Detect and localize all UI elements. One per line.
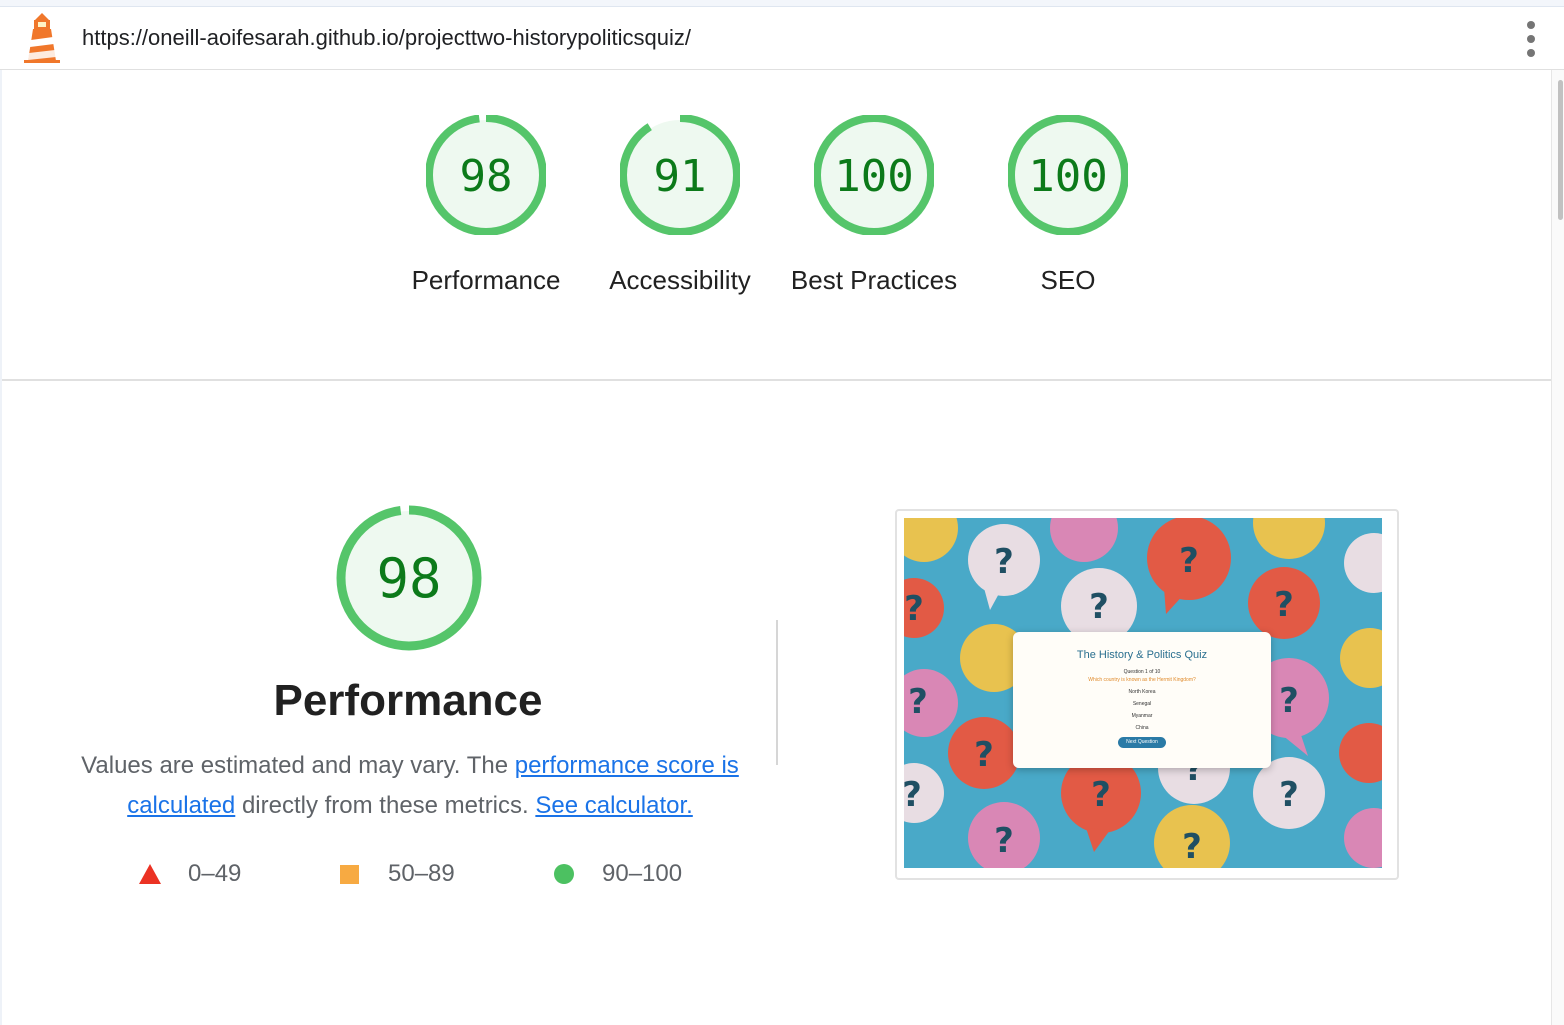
legend-range: 90–100 bbox=[602, 860, 683, 887]
kebab-menu-icon[interactable] bbox=[1521, 21, 1541, 57]
quiz-question: Which country is known as the Hermit Kin… bbox=[1088, 677, 1196, 683]
window-top-strip bbox=[0, 0, 1564, 7]
lighthouse-icon bbox=[24, 13, 60, 63]
quiz-title: The History & Politics Quiz bbox=[1076, 649, 1208, 661]
svg-text:?: ? bbox=[1274, 585, 1294, 625]
vertical-divider bbox=[776, 620, 778, 765]
desc-text: directly from these metrics. bbox=[235, 792, 536, 819]
legend-fail: 0–49 bbox=[139, 860, 241, 888]
gauge-performance-large: 98 bbox=[336, 505, 482, 651]
final-screenshot[interactable]: ? ? ? ? ? ? ? ? ? ? ? ? ? ? The History … bbox=[895, 509, 1399, 880]
square-icon bbox=[340, 864, 359, 884]
svg-text:?: ? bbox=[994, 821, 1014, 861]
legend-range: 0–49 bbox=[188, 860, 242, 887]
svg-text:?: ? bbox=[1179, 541, 1199, 581]
desc-text: Values are estimated and may vary. The bbox=[81, 752, 515, 779]
section-divider bbox=[2, 379, 1551, 381]
quiz-card: The History & Politics Quiz Question 1 o… bbox=[1013, 632, 1271, 768]
triangle-icon bbox=[139, 864, 161, 884]
quiz-option: Senegal bbox=[1132, 701, 1152, 707]
quiz-option: China bbox=[1135, 725, 1149, 731]
gauge-best-practices[interactable]: 100 bbox=[814, 115, 934, 235]
gauge-performance[interactable]: 98 bbox=[426, 115, 546, 235]
svg-text:?: ? bbox=[1091, 775, 1111, 815]
svg-text:?: ? bbox=[904, 589, 924, 629]
svg-text:?: ? bbox=[1089, 587, 1109, 627]
gauge-label-best-practices[interactable]: Best Practices bbox=[774, 260, 974, 300]
quiz-option: North Korea bbox=[1128, 689, 1156, 695]
svg-text:?: ? bbox=[994, 542, 1014, 582]
scrollbar-thumb[interactable] bbox=[1558, 80, 1563, 220]
svg-text:?: ? bbox=[1182, 827, 1202, 867]
legend-average: 50–89 bbox=[340, 860, 455, 888]
legend-range: 50–89 bbox=[388, 860, 455, 887]
svg-text:?: ? bbox=[904, 775, 922, 815]
gauge-seo[interactable]: 100 bbox=[1008, 115, 1128, 235]
gauge-score: 91 bbox=[654, 151, 707, 202]
quiz-next-button: Next Question bbox=[1118, 737, 1166, 748]
performance-score: 98 bbox=[376, 547, 441, 610]
svg-text:?: ? bbox=[1279, 775, 1299, 815]
gauge-score: 100 bbox=[1028, 151, 1107, 202]
gauge-label-performance[interactable]: Performance bbox=[386, 260, 586, 300]
report-url[interactable]: https://oneill-aoifesarah.github.io/proj… bbox=[82, 25, 691, 51]
legend-pass: 90–100 bbox=[554, 860, 682, 888]
svg-text:?: ? bbox=[1279, 681, 1299, 721]
quiz-question-count: Question 1 of 10 bbox=[1123, 669, 1161, 675]
quiz-option: Myanmar bbox=[1131, 713, 1153, 719]
circle-icon bbox=[554, 864, 574, 884]
svg-text:?: ? bbox=[908, 682, 928, 722]
gauge-label-accessibility[interactable]: Accessibility bbox=[580, 260, 780, 300]
performance-title: Performance bbox=[273, 676, 543, 725]
left-edge bbox=[0, 70, 2, 1025]
gauge-label-seo[interactable]: SEO bbox=[968, 260, 1168, 300]
screenshot-image: ? ? ? ? ? ? ? ? ? ? ? ? ? ? The History … bbox=[904, 518, 1382, 868]
gauge-accessibility[interactable]: 91 bbox=[620, 115, 740, 235]
report-header: https://oneill-aoifesarah.github.io/proj… bbox=[0, 7, 1564, 70]
gauge-score: 98 bbox=[460, 151, 513, 202]
performance-description: Values are estimated and may vary. The p… bbox=[80, 746, 740, 826]
see-calculator-link[interactable]: See calculator. bbox=[535, 792, 692, 819]
gauge-score: 100 bbox=[834, 151, 913, 202]
svg-text:?: ? bbox=[974, 735, 994, 775]
